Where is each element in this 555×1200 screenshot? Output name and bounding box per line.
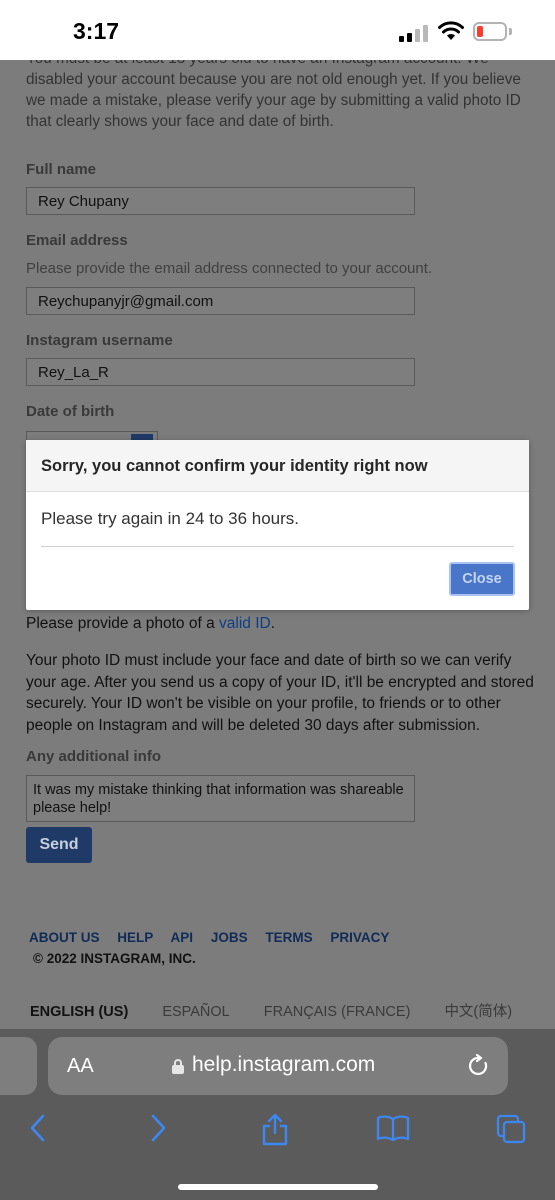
copyright: © 2022 INSTAGRAM, INC. [33, 951, 196, 966]
status-time: 3:17 [73, 18, 120, 44]
language-french[interactable]: FRANÇAIS (FRANCE) [264, 1004, 411, 1020]
language-spanish[interactable]: ESPAÑOL [162, 1004, 229, 1020]
language-list: ENGLISH (US) ESPAÑOL FRANÇAIS (FRANCE) 中… [30, 1000, 542, 1021]
battery-tip [509, 28, 512, 35]
status-bar: 3:17 [0, 0, 555, 60]
cellular-signal-icon [399, 24, 429, 42]
back-icon[interactable] [28, 1113, 48, 1143]
username-label: Instagram username [26, 332, 173, 349]
forward-icon[interactable] [148, 1113, 168, 1143]
valid-id-link[interactable]: valid ID [219, 615, 271, 632]
language-english[interactable]: ENGLISH (US) [30, 1004, 128, 1020]
modal-divider [41, 546, 514, 547]
wifi-icon [438, 21, 464, 40]
previous-tab-preview[interactable] [0, 1037, 37, 1095]
additional-info-textarea[interactable]: It was my mistake thinking that informat… [26, 775, 415, 822]
photo-prompt-prefix: Please provide a photo of a [26, 615, 220, 632]
browser-toolbar: AA help.instagram.com [0, 1029, 555, 1200]
username-field[interactable]: Rey_La_R [26, 358, 415, 386]
photo-prompt-suffix: . [270, 615, 276, 632]
footer-link-terms[interactable]: TERMS [265, 930, 312, 945]
tabs-icon[interactable] [495, 1113, 527, 1145]
reader-settings-button[interactable]: AA [67, 1055, 94, 1078]
share-icon[interactable] [260, 1113, 290, 1147]
send-button[interactable]: Send [26, 827, 92, 863]
email-hint: Please provide the email address connect… [26, 260, 433, 277]
dob-label: Date of birth [26, 403, 115, 420]
additional-info-label: Any additional info [26, 748, 161, 765]
modal-title: Sorry, you cannot confirm your identity … [41, 457, 428, 475]
full-name-field[interactable]: Rey Chupany [26, 187, 415, 215]
address-bar[interactable]: AA help.instagram.com [48, 1037, 508, 1095]
footer-link-api[interactable]: API [171, 930, 194, 945]
footer-link-privacy[interactable]: PRIVACY [330, 930, 389, 945]
lock-icon [172, 1059, 184, 1074]
email-field[interactable]: Reychupanyjr@gmail.com [26, 287, 415, 315]
intro-text: You must be at least 13 years old to hav… [26, 50, 521, 130]
battery-icon [473, 22, 507, 41]
footer-link-jobs[interactable]: JOBS [211, 930, 248, 945]
footer-link-about[interactable]: ABOUT US [29, 930, 100, 945]
language-chinese[interactable]: 中文(简体) [444, 1004, 512, 1020]
aa-label: AA [67, 1055, 94, 1077]
modal-message: Please try again in 24 to 36 hours. [41, 509, 299, 528]
id-info-paragraph: Your photo ID must include your face and… [26, 652, 534, 734]
url-text: help.instagram.com [192, 1053, 376, 1076]
footer-link-help[interactable]: HELP [117, 930, 153, 945]
reload-icon[interactable] [468, 1054, 490, 1078]
email-label: Email address [26, 232, 128, 249]
photo-id-prompt: Please provide a photo of a valid ID. [26, 615, 275, 633]
footer-links: ABOUT US HELP API JOBS TERMS PRIVACY [29, 930, 403, 945]
full-name-label: Full name [26, 161, 97, 178]
bookmarks-icon[interactable] [376, 1113, 410, 1143]
close-button[interactable]: Close [449, 562, 515, 596]
identity-modal: Sorry, you cannot confirm your identity … [26, 440, 529, 610]
home-indicator [178, 1184, 378, 1190]
